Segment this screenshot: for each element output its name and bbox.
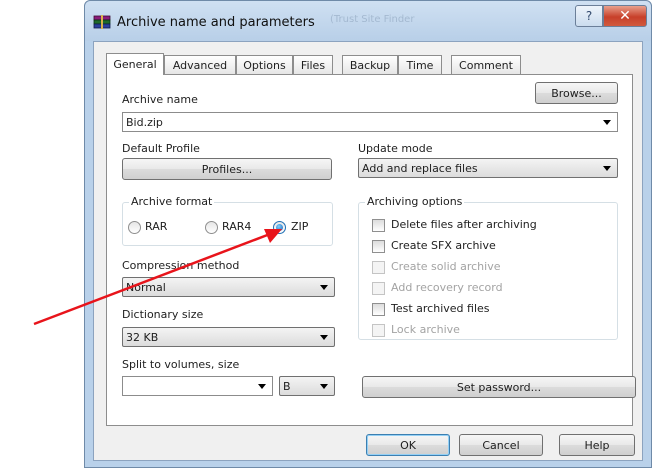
create-solid-label: Create solid archive bbox=[391, 260, 501, 273]
radio-rar4[interactable] bbox=[205, 221, 218, 234]
tab-options[interactable]: Options bbox=[236, 55, 293, 74]
title-bar[interactable]: Archive name and parameters (Trust Site … bbox=[85, 1, 651, 41]
compression-method-label: Compression method bbox=[122, 259, 240, 272]
delete-files-checkbox[interactable] bbox=[372, 219, 385, 232]
split-unit-select[interactable]: B bbox=[279, 376, 335, 396]
test-archived-label[interactable]: Test archived files bbox=[391, 302, 490, 315]
browse-button[interactable]: Browse... bbox=[535, 82, 618, 104]
update-mode-select[interactable]: Add and replace files bbox=[358, 158, 618, 178]
set-password-button[interactable]: Set password... bbox=[362, 376, 636, 398]
title-close-button[interactable]: ✕ bbox=[603, 5, 647, 27]
compression-method-select[interactable]: Normal bbox=[122, 277, 335, 297]
tab-files[interactable]: Files bbox=[293, 55, 333, 74]
chevron-down-icon bbox=[320, 285, 328, 290]
split-volumes-combo[interactable] bbox=[122, 376, 273, 396]
dictionary-size-select[interactable]: 32 KB bbox=[122, 327, 335, 347]
lock-archive-checkbox bbox=[372, 324, 385, 337]
archive-dialog-window: Archive name and parameters (Trust Site … bbox=[84, 0, 652, 468]
chevron-down-icon bbox=[320, 384, 328, 389]
archive-name-label: Archive name bbox=[122, 93, 198, 106]
winrar-books-icon bbox=[93, 15, 111, 29]
test-archived-checkbox[interactable] bbox=[372, 303, 385, 316]
create-solid-checkbox bbox=[372, 261, 385, 274]
chevron-down-icon bbox=[258, 384, 266, 389]
compression-method-value: Normal bbox=[126, 280, 166, 294]
radio-zip-label[interactable]: ZIP bbox=[291, 220, 308, 233]
create-sfx-checkbox[interactable] bbox=[372, 240, 385, 253]
help-question-icon: ? bbox=[585, 9, 593, 23]
radio-rar-label[interactable]: RAR bbox=[145, 220, 167, 233]
delete-files-label[interactable]: Delete files after archiving bbox=[391, 218, 537, 231]
archive-format-title: Archive format bbox=[129, 195, 215, 208]
tab-comment[interactable]: Comment bbox=[451, 55, 521, 74]
radio-zip[interactable] bbox=[273, 221, 286, 234]
update-mode-label: Update mode bbox=[358, 142, 433, 155]
general-tab-panel: Archive name Browse... Bid.zip Default P… bbox=[106, 74, 636, 426]
lock-archive-label: Lock archive bbox=[391, 323, 460, 336]
tab-backup[interactable]: Backup bbox=[342, 55, 398, 74]
dictionary-size-value: 32 KB bbox=[126, 330, 159, 344]
radio-rar4-label[interactable]: RAR4 bbox=[222, 220, 251, 233]
chevron-down-icon bbox=[320, 335, 328, 340]
help-button[interactable]: Help bbox=[559, 434, 635, 456]
archive-name-value: Bid.zip bbox=[126, 115, 163, 129]
chevron-down-icon bbox=[603, 120, 611, 125]
dialog-client-area: General Advanced Options Files Backup Ti… bbox=[93, 41, 643, 461]
split-volumes-label: Split to volumes, size bbox=[122, 358, 240, 371]
create-sfx-label[interactable]: Create SFX archive bbox=[391, 239, 496, 252]
ok-button[interactable]: OK bbox=[366, 434, 450, 456]
chevron-down-icon bbox=[603, 166, 611, 171]
tab-advanced[interactable]: Advanced bbox=[164, 55, 236, 74]
tab-time[interactable]: Time bbox=[398, 55, 442, 74]
window-title: Archive name and parameters bbox=[117, 15, 315, 30]
recovery-record-checkbox bbox=[372, 282, 385, 295]
default-profile-label: Default Profile bbox=[122, 142, 200, 155]
radio-rar[interactable] bbox=[128, 221, 141, 234]
archive-name-combo[interactable]: Bid.zip bbox=[122, 112, 618, 132]
recovery-record-label: Add recovery record bbox=[391, 281, 503, 294]
archiving-options-title: Archiving options bbox=[365, 195, 465, 208]
profiles-button[interactable]: Profiles... bbox=[122, 158, 332, 180]
update-mode-value: Add and replace files bbox=[362, 161, 478, 175]
cancel-button[interactable]: Cancel bbox=[459, 434, 543, 456]
window-title-faded-text: (Trust Site Finder bbox=[330, 14, 415, 25]
close-icon: ✕ bbox=[619, 8, 631, 24]
tab-general[interactable]: General bbox=[106, 53, 164, 75]
title-help-button[interactable]: ? bbox=[575, 5, 603, 27]
split-unit-value: B bbox=[283, 379, 291, 393]
dictionary-size-label: Dictionary size bbox=[122, 308, 204, 321]
